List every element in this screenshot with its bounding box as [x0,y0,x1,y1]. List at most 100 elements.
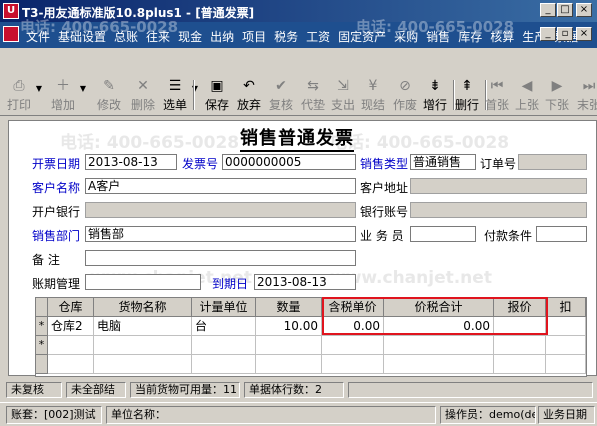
toolbar-button[interactable]: ⇲ 支出 [328,78,358,112]
first-record-icon: ⏮ [490,78,504,94]
customer-field[interactable]: A客户 [85,178,356,194]
cell-unit[interactable] [192,355,256,374]
salesperson-label: 业 务 员 [360,229,404,243]
cell-total[interactable] [384,336,494,355]
period-mgmt-field[interactable] [85,274,201,290]
toolbar-button[interactable]: ⊘ 作废 [390,78,420,112]
cell-warehouse[interactable] [48,336,94,355]
menu-item[interactable]: 税务 [270,28,302,45]
menu-items: 文件基础设置总账往来现金出纳项目税务工资固定资产采购销售库存核算生产票据 [22,28,582,45]
toolbar-button-label: 增加 [50,98,75,112]
menu-item[interactable]: 采购 [390,28,422,45]
menu-item[interactable]: 固定资产 [334,28,390,45]
document-menu-icon[interactable] [3,26,19,42]
dropdown-arrow-icon[interactable]: ▼ [36,84,42,93]
payment-terms-field[interactable] [536,226,587,242]
column-header-quantity[interactable]: 数量 [256,298,322,317]
child-close-button[interactable]: × [576,27,592,41]
order-no-field[interactable] [518,154,587,170]
toolbar-button[interactable]: ⎙ 打印 ▼ [4,78,42,112]
column-header-discount[interactable]: 扣 [546,298,586,317]
column-header-unit[interactable]: 计量单位 [192,298,256,317]
toolbar-button[interactable]: ↶ 放弃 [234,78,264,112]
toolbar-button[interactable]: ▶ 下张 [542,78,572,112]
save-icon: ▣ [210,78,224,94]
document-title: 销售普通发票 [240,124,354,152]
toolbar-button[interactable]: ✕ 删除 [128,78,158,112]
account-set: 账套：[002]测试 [6,406,102,424]
sales-type-field[interactable]: 普通销售 [410,154,476,170]
cell-warehouse[interactable] [48,355,94,374]
toolbar-button[interactable]: ▣ 保存 [202,78,232,112]
maximize-button[interactable]: □ [557,3,573,17]
cell-quote[interactable] [494,355,546,374]
menu-item[interactable]: 往来 [142,28,174,45]
row-marker[interactable]: * [36,336,48,355]
cell-quantity[interactable] [256,355,322,374]
menu-item[interactable]: 基础设置 [54,28,110,45]
highlight-annotation-box [322,297,548,335]
menu-item[interactable]: 核算 [486,28,518,45]
invoice-no-field[interactable]: 0000000005 [222,154,356,170]
menu-item[interactable]: 文件 [22,28,54,45]
menu-item[interactable]: 库存 [454,28,486,45]
toolbar-button[interactable]: ⇞ 删行 [452,78,482,112]
remark-field[interactable] [85,250,356,266]
cell-total[interactable] [384,355,494,374]
doc-watermark: 电话: 400-665-0028 [330,133,510,153]
row-marker[interactable]: * [36,317,48,336]
toolbar-button-label: 放弃 [236,98,261,112]
status-empty [348,382,593,398]
menu-item[interactable]: 总账 [110,28,142,45]
toolbar-button[interactable]: ☰ 选单 ▼ [160,78,198,112]
menu-item[interactable]: 工资 [302,28,334,45]
settle-status: 未全部结 [66,382,126,398]
salesperson-field[interactable] [410,226,476,242]
cell-warehouse[interactable]: 仓库2 [48,317,94,336]
cell-product[interactable]: 电脑 [94,317,192,336]
row-marker[interactable] [36,355,48,374]
dropdown-arrow-icon[interactable]: ▼ [80,84,86,93]
toolbar-button[interactable]: ⏭ 末张 [574,78,597,112]
toolbar-button-label: 现结 [360,98,385,112]
menu-item[interactable]: 现金 [174,28,206,45]
customer-address-field[interactable] [410,178,587,194]
toolbar-button[interactable]: ＋ 增加 ▼ [48,78,86,112]
toolbar-button-label: 删行 [454,98,479,112]
cell-quote[interactable] [494,336,546,355]
child-minimize-button[interactable]: _ [540,27,556,41]
toolbar-button-label: 修改 [96,98,121,112]
dept-field[interactable]: 销售部 [85,226,356,242]
bank-field[interactable] [85,202,356,218]
cell-tax-price[interactable] [322,355,384,374]
toolbar-button[interactable]: ⏮ 首张 [482,78,512,112]
dept-label: 销售部门 [32,229,81,243]
menu-item[interactable]: 项目 [238,28,270,45]
due-date-field[interactable]: 2013-08-13 [254,274,356,290]
cell-quantity[interactable] [256,336,322,355]
cell-quantity[interactable]: 10.00 [256,317,322,336]
column-header-warehouse[interactable]: 仓库 [48,298,94,317]
cell-discount[interactable] [546,355,586,374]
minimize-button[interactable]: _ [540,3,556,17]
close-button[interactable]: × [576,3,592,17]
menu-item[interactable]: 销售 [422,28,454,45]
toolbar-button[interactable]: ✔ 复核 [266,78,296,112]
menu-item[interactable]: 出纳 [206,28,238,45]
toolbar-button[interactable]: ✎ 修改 [94,78,124,112]
cell-tax-price[interactable] [322,336,384,355]
cell-product[interactable] [94,336,192,355]
invoice-date-field[interactable]: 2013-08-13 [85,154,177,170]
cell-unit[interactable]: 台 [192,317,256,336]
bank-account-field[interactable] [410,202,587,218]
toolbar-button[interactable]: ◀ 上张 [512,78,542,112]
cell-product[interactable] [94,355,192,374]
cell-unit[interactable] [192,336,256,355]
toolbar-button[interactable]: ¥ 现结 [358,78,388,112]
toolbar-button[interactable]: ⇆ 代垫 [298,78,328,112]
toolbar-button[interactable]: ⇟ 增行 [420,78,450,112]
cell-discount[interactable] [546,336,586,355]
child-restore-button[interactable]: ▫ [557,27,573,41]
column-header-product[interactable]: 货物名称 [94,298,192,317]
cell-discount[interactable] [546,317,586,336]
